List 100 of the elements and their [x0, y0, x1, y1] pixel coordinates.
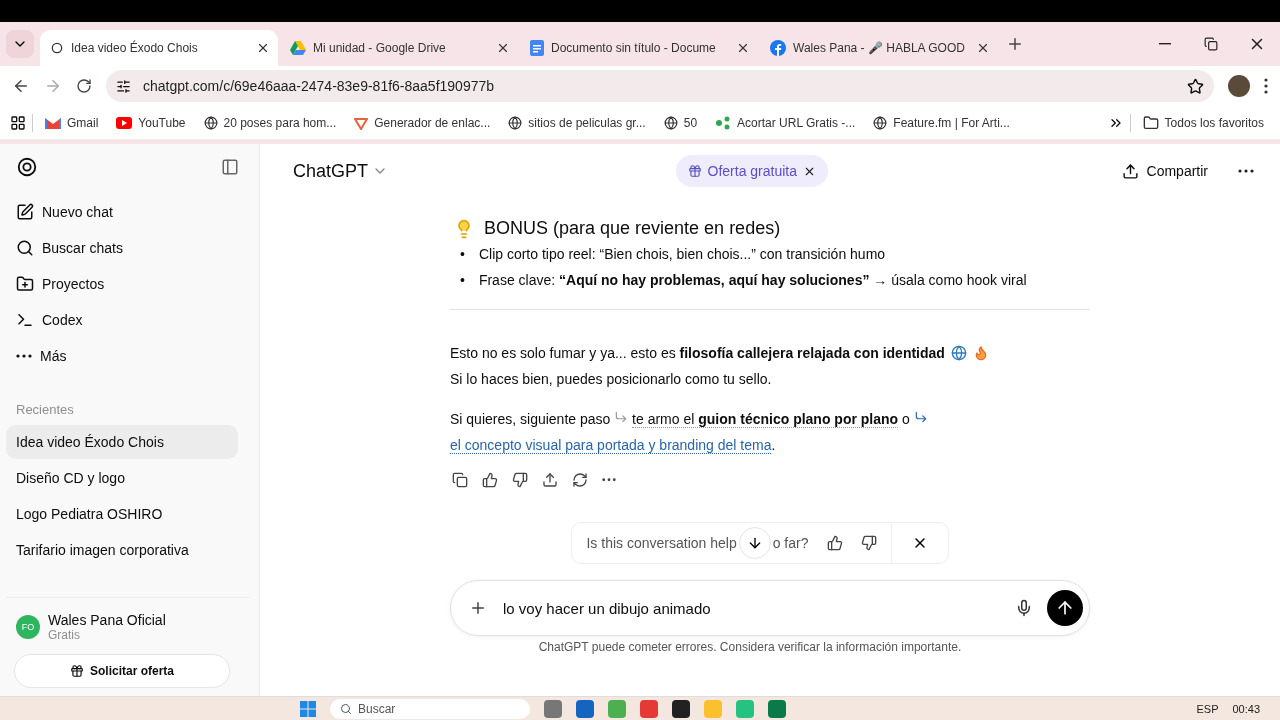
send-button[interactable] [1047, 590, 1083, 626]
message-input[interactable]: lo voy hacer un dibujo animado [501, 598, 1001, 618]
copy-button[interactable] [452, 472, 468, 488]
apps-icon[interactable] [10, 114, 26, 131]
play-icon [116, 116, 133, 129]
bullet-marker: • [460, 245, 465, 264]
reload-icon [76, 78, 92, 94]
minimize-icon [1159, 43, 1171, 45]
browser-tab[interactable]: Wales Pana - 🎤 HABLA GOOD [760, 30, 998, 66]
more-button[interactable] [1238, 169, 1254, 173]
thumbs-up-button[interactable] [482, 472, 498, 488]
bullet-text: Clip corto tipo reel: “Bien chois, bien chois...” con transición humo [478, 245, 886, 264]
browser-tab[interactable]: Mi unidad - Google Drive [280, 30, 518, 66]
profile-avatar[interactable] [1228, 75, 1250, 97]
arrow-icon [614, 410, 629, 424]
globe-icon [663, 115, 678, 130]
sidebar-nav-item[interactable]: Nuevo chat [6, 194, 249, 230]
menu-button[interactable] [1264, 78, 1268, 94]
thumbs-down-button[interactable] [512, 472, 528, 488]
document-icon [530, 40, 544, 56]
close-icon[interactable] [976, 41, 990, 55]
site-settings-icon[interactable] [116, 78, 131, 94]
sidebar-nav-item[interactable]: Más [6, 338, 249, 374]
browser-tab[interactable]: Idea video Éxodo Chois [40, 30, 278, 66]
close-icon[interactable] [736, 41, 750, 55]
share-button[interactable]: Compartir [1115, 161, 1214, 181]
browser-tab[interactable]: Documento sin título - Docume [520, 30, 758, 66]
user-name: Wales Pana Oficial [48, 612, 166, 628]
more-icon [16, 354, 32, 358]
bookmark-star-icon[interactable] [1187, 77, 1204, 95]
thumbs-down-button[interactable] [860, 535, 877, 551]
paragraph: Si quieres, siguiente paso te armo el guion técnico plano por plano o el concepto visual para portada y branding del tema. [450, 406, 1090, 458]
bullet-text: Frase clave: “Aquí no hay problemas, aquí hay soluciones” → úsala como hook viral [478, 271, 1027, 290]
model-selector[interactable]: ChatGPT [293, 160, 389, 182]
globe-icon [508, 115, 523, 130]
feedback-question: o far? [772, 535, 809, 551]
mail-icon [45, 116, 61, 129]
scroll-down-button[interactable] [738, 527, 771, 559]
plus-icon [1006, 35, 1024, 53]
bookmark-link[interactable]: Gmail [39, 111, 105, 134]
share-button[interactable] [542, 472, 558, 488]
globe-icon [203, 115, 218, 130]
tab-list-button[interactable] [6, 30, 34, 58]
taskbar-search[interactable]: Buscar [330, 698, 530, 719]
new-chat-icon [16, 203, 34, 221]
folder-icon [1142, 114, 1159, 131]
bookmark-link[interactable]: Feature.fm | For Arti... [867, 111, 1016, 134]
sidebar-nav-item[interactable]: Proyectos [6, 266, 249, 302]
new-tab-button[interactable] [1006, 35, 1024, 53]
clock-text[interactable]: 00:43 [1232, 702, 1260, 715]
chat-history-item[interactable]: Idea video Éxodo Chois [6, 425, 238, 459]
close-icon[interactable] [256, 41, 270, 55]
thumbs-up-icon [482, 472, 498, 488]
paragraph: Esto no es solo fumar y ya... esto es filosofía callejera relajada con identidad [450, 344, 945, 363]
bookmark-link[interactable]: 20 poses para hom... [197, 111, 343, 134]
bookmark-link[interactable]: 50 [657, 111, 704, 134]
bookmark-link[interactable]: Acortar URL Gratis -... [709, 111, 862, 134]
section-label: Recientes [15, 401, 75, 419]
more-icon [602, 478, 616, 482]
sidebar-toggle-icon[interactable] [221, 158, 239, 176]
suggestion-link[interactable]: te armo el guion técnico plano por plano [632, 411, 899, 428]
taskbar-app-icon[interactable] [672, 699, 690, 718]
windows-logo-icon[interactable] [300, 700, 316, 717]
offer-button[interactable]: Solicitar oferta [14, 654, 230, 688]
chat-history-item[interactable]: Logo Pediatra OSHIRO [6, 497, 238, 531]
globe-icon [873, 115, 888, 130]
more-button[interactable] [602, 478, 616, 482]
restore-icon [1204, 37, 1218, 51]
bookmark-link[interactable]: sitios de peliculas gr... [502, 111, 652, 134]
thumbs-up-icon [826, 535, 843, 551]
section-heading: BONUS (para que reviente en redes) [484, 218, 781, 239]
bookmark-link[interactable]: YouTube [110, 111, 192, 134]
sidebar-nav-item[interactable]: Buscar chats [6, 230, 249, 266]
language-indicator[interactable]: ESP [1196, 702, 1219, 715]
refresh-icon [572, 472, 588, 488]
disclaimer-text: ChatGPT puede cometer errores. Considera verificar la información importante. [537, 640, 963, 654]
close-icon[interactable] [496, 41, 510, 55]
sidebar-nav-item[interactable]: Codex [6, 302, 249, 338]
search-icon [340, 702, 352, 715]
reload-button[interactable] [76, 78, 92, 94]
thumbs-down-icon [512, 472, 528, 488]
microphone-icon[interactable] [1015, 599, 1033, 617]
nodes-icon [715, 115, 732, 130]
back-button[interactable] [12, 77, 30, 95]
share-icon [1121, 162, 1139, 180]
regenerate-button[interactable] [572, 472, 588, 488]
paragraph: Si lo haces bien, puedes posicionarlo como tu sello. [450, 370, 773, 389]
add-icon[interactable] [469, 599, 487, 617]
promo-chip[interactable]: Oferta gratuita [675, 155, 829, 187]
bookmark-link[interactable]: Generador de enlac... [348, 111, 497, 134]
chat-history-item[interactable]: Tarifario imagen corporativa [6, 533, 238, 567]
address-bar[interactable]: chatgpt.com/c/69e46aaa-2474-83e9-81f6-8aa5f190977b [106, 70, 1214, 102]
thumbs-down-icon [860, 535, 877, 551]
thumbs-up-button[interactable] [826, 535, 843, 551]
facebook-icon [770, 40, 786, 56]
terminal-icon [16, 311, 34, 329]
drive-icon [290, 41, 306, 55]
copy-icon [452, 472, 468, 488]
chat-history-item[interactable]: Diseño CD y logo [6, 461, 238, 495]
all-bookmarks-link[interactable]: Todos los favoritos [1136, 110, 1270, 135]
